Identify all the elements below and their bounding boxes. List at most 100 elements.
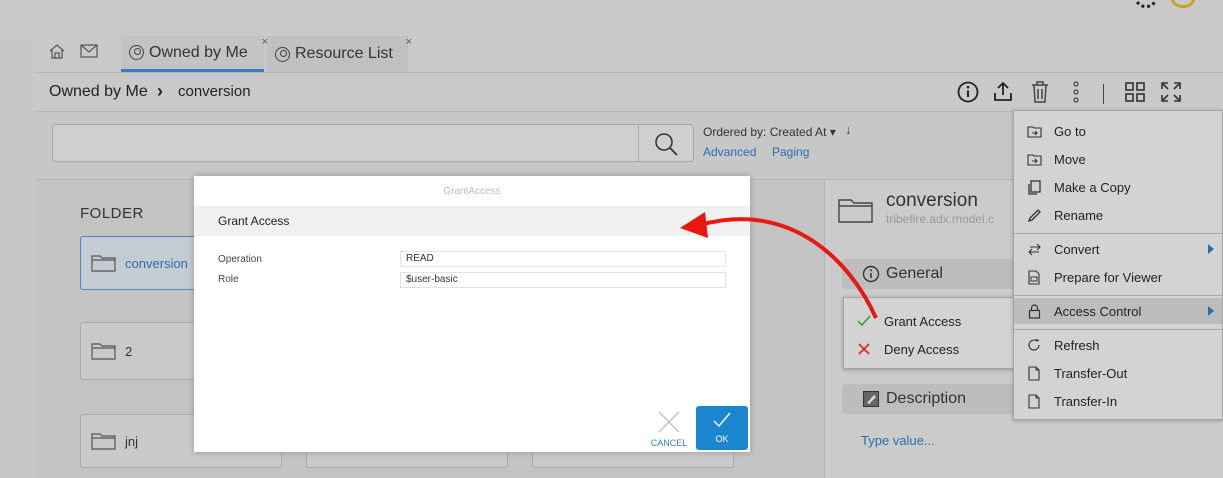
role-label: Role <box>218 274 239 285</box>
menu-item-label: Transfer-Out <box>1054 365 1128 381</box>
tab-label: Resource List <box>295 45 393 62</box>
mail-icon[interactable] <box>80 44 98 58</box>
folder-icon <box>91 433 116 450</box>
trash-icon[interactable] <box>1029 80 1051 104</box>
check-icon <box>713 412 731 428</box>
close-icon <box>658 411 680 433</box>
user-circle-icon <box>275 46 290 62</box>
folder-section-title: FOLDER <box>80 205 144 222</box>
viewer-icon <box>1028 269 1040 285</box>
folder-card-label: conversion <box>125 255 188 271</box>
menu-item-rename[interactable]: Rename <box>1014 202 1222 228</box>
info-icon[interactable] <box>956 80 980 104</box>
menu-item-go-to[interactable]: Go to <box>1014 118 1222 144</box>
operation-label: Operation <box>218 254 262 265</box>
menu-item-label: Convert <box>1054 241 1100 257</box>
upload-icon[interactable] <box>991 80 1015 104</box>
breadcrumb-separator: › <box>157 81 163 101</box>
transfer-in-icon <box>1028 393 1040 409</box>
sort-direction-icon[interactable]: ↓ <box>845 122 852 137</box>
transfer-out-icon <box>1028 365 1040 381</box>
menu-item-refresh[interactable]: Refresh <box>1014 332 1222 358</box>
folder-card-conversion[interactable]: conversion <box>80 236 198 290</box>
edit-box-icon <box>863 391 879 407</box>
tab-owned-by-me[interactable]: Owned by Me × <box>121 36 268 72</box>
menu-item-prepare-for-viewer[interactable]: Prepare for Viewer <box>1014 264 1222 290</box>
close-tab-icon[interactable]: × <box>406 36 412 48</box>
menu-item-label: Move <box>1054 151 1086 167</box>
user-badge-icon[interactable] <box>1171 0 1195 8</box>
cancel-button[interactable]: CANCEL <box>647 408 691 448</box>
grid-view-icon[interactable] <box>1124 80 1146 104</box>
convert-icon <box>1027 243 1041 255</box>
folder-icon <box>838 199 873 223</box>
menu-item-label: Transfer-In <box>1054 393 1118 409</box>
menu-item-label: Access Control <box>1054 303 1142 319</box>
menu-item-transfer-in[interactable]: Transfer-In <box>1014 388 1222 414</box>
advanced-link[interactable]: Advanced <box>703 145 756 159</box>
menu-item-label: Go to <box>1054 123 1086 139</box>
menu-divider <box>1014 295 1222 296</box>
dialog-title-bar: Grant Access <box>194 206 750 236</box>
lock-icon <box>1028 303 1040 319</box>
copy-icon <box>1027 179 1041 195</box>
menu-item-label: Make a Copy <box>1054 179 1131 195</box>
search-button[interactable] <box>638 124 694 162</box>
ok-button[interactable]: OK <box>696 406 748 450</box>
tab-label: Owned by Me <box>149 43 248 61</box>
grant-access-dialog: GrantAccess Grant Access Operation READ … <box>194 176 750 452</box>
operation-field[interactable]: READ <box>400 251 726 267</box>
top-strip <box>0 0 1223 34</box>
submenu-arrow-icon <box>1208 244 1214 254</box>
access-control-submenu: Grant Access Deny Access <box>843 297 1023 369</box>
breadcrumb-root[interactable]: Owned by Me <box>49 83 148 101</box>
dialog-title: Grant Access <box>218 214 290 228</box>
expand-icon[interactable] <box>1159 80 1183 104</box>
user-circle-icon <box>129 45 144 60</box>
breadcrumb-current: conversion <box>178 83 251 100</box>
submenu-arrow-icon <box>1208 306 1214 316</box>
more-vertical-icon[interactable] <box>1066 80 1086 104</box>
toolbar-divider <box>1103 84 1104 104</box>
info-icon <box>862 265 880 283</box>
folder-card-2[interactable]: 2 <box>80 322 198 380</box>
ok-label: OK <box>715 434 729 444</box>
general-label: General <box>886 265 943 282</box>
folder-icon <box>91 343 116 360</box>
search-input[interactable] <box>52 124 640 162</box>
order-by-label[interactable]: Ordered by: Created At ▾ <box>703 125 836 139</box>
home-icon[interactable] <box>48 43 66 59</box>
refresh-icon <box>1028 338 1040 351</box>
menu-item-label: Deny Access <box>884 341 960 357</box>
menu-item-convert[interactable]: Convert <box>1014 236 1222 262</box>
menu-divider <box>1014 233 1222 234</box>
x-icon <box>858 343 870 355</box>
role-field[interactable]: $user-basic <box>400 272 726 288</box>
cancel-label: CANCEL <box>650 438 688 448</box>
menu-divider <box>1014 329 1222 330</box>
description-label: Description <box>886 390 967 407</box>
general-section-header[interactable]: General <box>842 259 1022 289</box>
menu-item-label: Refresh <box>1054 337 1100 353</box>
pencil-icon <box>1027 208 1041 222</box>
tab-resource-list[interactable]: Resource List × <box>267 36 412 72</box>
entity-name: conversion <box>886 190 978 211</box>
menu-item-access-control[interactable]: Access Control <box>1014 298 1222 324</box>
menu-item-move[interactable]: Move <box>1014 146 1222 172</box>
settings-icon[interactable] <box>1135 0 1157 8</box>
top-right-icons <box>1135 0 1195 8</box>
paging-link[interactable]: Paging <box>772 145 809 159</box>
folder-card-label: 2 <box>125 343 133 359</box>
context-menu: Go to Move Make a Copy Rename Convert Pr… <box>1013 110 1223 420</box>
goto-icon <box>1026 125 1042 138</box>
description-value-link[interactable]: Type value... <box>861 433 935 448</box>
menu-item-label: Grant Access <box>884 313 962 329</box>
menu-item-make-a-copy[interactable]: Make a Copy <box>1014 174 1222 200</box>
menu-item-label: Rename <box>1054 207 1104 223</box>
move-icon <box>1026 153 1042 166</box>
description-section-header[interactable]: Description <box>842 384 1022 414</box>
menu-item-transfer-out[interactable]: Transfer-Out <box>1014 360 1222 386</box>
menu-item-deny-access[interactable]: Deny Access <box>844 336 1022 362</box>
check-icon <box>857 315 871 327</box>
menu-item-grant-access[interactable]: Grant Access <box>844 308 1022 334</box>
